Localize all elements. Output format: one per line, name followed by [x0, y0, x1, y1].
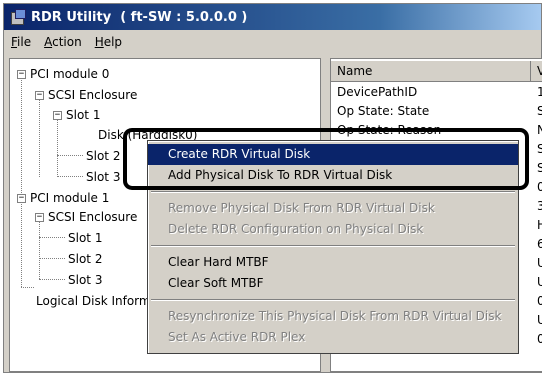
- menu-help-label: elp: [103, 35, 123, 49]
- tree-line: [39, 95, 40, 177]
- menu-help[interactable]: Help: [95, 35, 122, 49]
- list-value: U: [537, 273, 542, 291]
- collapse-pci0-icon[interactable]: −: [17, 70, 26, 79]
- menu-action-mnemonic: A: [44, 35, 53, 49]
- tree-line: [57, 115, 58, 177]
- list-value: 0: [537, 178, 542, 196]
- tree-pci-module-1[interactable]: PCI module 1: [30, 190, 109, 206]
- list-value: N: [537, 121, 542, 139]
- tree-slot-3[interactable]: Slot 3: [86, 169, 120, 185]
- menu-help-mnemonic: H: [94, 35, 104, 49]
- menu-bar: File Action Help: [4, 31, 541, 53]
- menu-set-active-rdr-plex: Set As Active RDR Plex: [168, 330, 306, 344]
- list-value: 6: [537, 235, 542, 253]
- tree-slot-2[interactable]: Slot 2: [86, 148, 120, 164]
- menu-remove-physical-disk: Remove Physical Disk From RDR Virtual Di…: [168, 201, 435, 215]
- list-value: 0: [537, 330, 542, 348]
- menu-create-rdr-virtual-disk[interactable]: Create RDR Virtual Disk: [148, 144, 518, 165]
- tree-line: [39, 237, 65, 238]
- list-value: S: [537, 159, 542, 177]
- tree-line: [57, 155, 83, 156]
- menu-clear-hard-mtbf[interactable]: Clear Hard MTBF: [148, 252, 518, 273]
- menu-delete-rdr-config: Delete RDR Configuration on Physical Dis…: [168, 222, 424, 236]
- menu-separator: [151, 191, 515, 193]
- menu-file-label: ile: [17, 35, 32, 49]
- list-header: Name Value: [331, 61, 542, 82]
- tree-slot-2b[interactable]: Slot 2: [68, 251, 102, 267]
- list-value: S: [537, 102, 542, 120]
- tree-pci-module-0[interactable]: PCI module 0: [30, 66, 109, 82]
- tree-line: [39, 258, 65, 259]
- menu-clear-soft-mtbf[interactable]: Clear Soft MTBF: [148, 273, 518, 294]
- menu-action[interactable]: Action: [44, 35, 82, 49]
- column-header-value[interactable]: Value: [531, 61, 542, 81]
- menu-action-label: ction: [52, 35, 82, 49]
- menu-resynchronize: Resynchronize This Physical Disk From RD…: [168, 309, 502, 323]
- collapse-scsi1-icon[interactable]: −: [35, 213, 44, 222]
- app-icon: [10, 9, 26, 25]
- list-value: U: [537, 311, 542, 329]
- tree-slot-1[interactable]: Slot 1: [66, 107, 100, 123]
- list-value: S: [537, 140, 542, 158]
- list-item[interactable]: Op State: Reason: [337, 121, 441, 139]
- list-value: U: [537, 254, 542, 272]
- collapse-slot1-icon[interactable]: −: [53, 111, 62, 120]
- collapse-scsi0-icon[interactable]: −: [35, 91, 44, 100]
- tree-slot-1b[interactable]: Slot 1: [68, 230, 102, 246]
- menu-add-physical-disk[interactable]: Add Physical Disk To RDR Virtual Disk: [148, 165, 518, 186]
- tree-scsi-enclosure-0[interactable]: SCSI Enclosure: [48, 87, 137, 103]
- tree-slot-3b[interactable]: Slot 3: [68, 272, 102, 288]
- tree-line: [21, 195, 22, 287]
- tree-line: [39, 279, 65, 280]
- list-value: H: [537, 216, 542, 234]
- list-item[interactable]: DevicePathID: [337, 83, 417, 101]
- tree-line: [39, 217, 40, 279]
- list-value: 1: [537, 83, 542, 101]
- column-header-name[interactable]: Name: [331, 61, 531, 81]
- list-value: 3: [537, 197, 542, 215]
- tree-line: [21, 75, 22, 199]
- list-item[interactable]: Op State: State: [337, 102, 429, 120]
- collapse-pci1-icon[interactable]: −: [17, 194, 26, 203]
- tree-line: [21, 287, 34, 288]
- rdr-utility-window: RDR Utility ( ft-SW : 5.0.0.0 ) File Act…: [3, 3, 542, 373]
- menu-separator: [151, 299, 515, 301]
- menu-separator: [151, 245, 515, 247]
- title-bar[interactable]: RDR Utility ( ft-SW : 5.0.0.0 ): [4, 4, 541, 30]
- tree-line: [57, 176, 83, 177]
- window-title: RDR Utility ( ft-SW : 5.0.0.0 ): [31, 9, 248, 25]
- menu-file[interactable]: File: [11, 35, 31, 49]
- tree-scsi-enclosure-1[interactable]: SCSI Enclosure: [48, 209, 137, 225]
- list-value: 0: [537, 292, 542, 310]
- context-menu: Create RDR Virtual Disk Add Physical Dis…: [147, 140, 519, 354]
